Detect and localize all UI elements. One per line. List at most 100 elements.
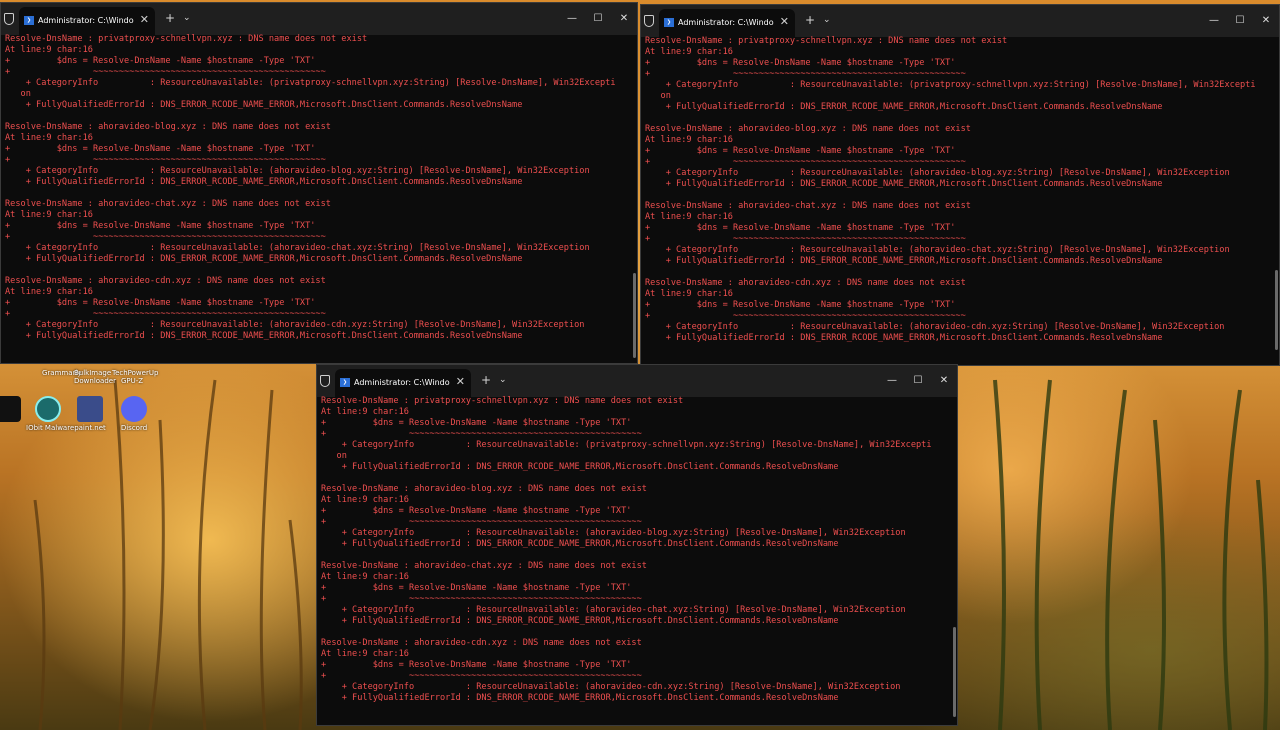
output-line: Resolve-DnsName : ahoravideo-chat.xyz : … — [645, 201, 971, 211]
output-line: At line:9 char:16 — [645, 47, 733, 57]
output-line: + ~~~~~~~~~~~~~~~~~~~~~~~~~~~~~~~~~~~~~~… — [5, 155, 326, 165]
maximize-button[interactable]: ☐ — [905, 365, 931, 397]
output-line: + CategoryInfo : ResourceUnavailable: (p… — [321, 440, 932, 450]
title-bar[interactable]: ❯ Administrator: C:\Windows\Sy ✕ + ⌄ — ☐… — [317, 365, 957, 397]
scrollbar-thumb[interactable] — [1275, 270, 1278, 350]
output-line: + ~~~~~~~~~~~~~~~~~~~~~~~~~~~~~~~~~~~~~~… — [321, 429, 642, 439]
maximize-button[interactable]: ☐ — [585, 3, 611, 35]
output-line: Resolve-DnsName : privatproxy-schnellvpn… — [321, 396, 684, 406]
iobit-shield-icon — [35, 396, 61, 422]
output-line: on — [645, 91, 671, 101]
terminal-window[interactable]: ❯ Administrator: C:\Windows\Sy ✕ + ⌄ — ☐… — [640, 4, 1280, 366]
new-tab-button[interactable]: + — [165, 11, 175, 25]
terminal-output[interactable]: Resolve-DnsName : privatproxy-schnellvpn… — [645, 36, 1275, 365]
output-line: + CategoryInfo : ResourceUnavailable: (p… — [645, 80, 1256, 90]
output-line: + CategoryInfo : ResourceUnavailable: (a… — [645, 245, 1230, 255]
maximize-button[interactable]: ☐ — [1227, 5, 1253, 37]
terminal-tab[interactable]: ❯ Administrator: C:\Windows\Sy ✕ — [19, 7, 155, 35]
close-window-button[interactable]: ✕ — [1253, 5, 1279, 37]
close-window-button[interactable]: ✕ — [931, 365, 957, 397]
output-line: Resolve-DnsName : ahoravideo-blog.xyz : … — [5, 122, 331, 132]
output-line: + FullyQualifiedErrorId : DNS_ERROR_RCOD… — [5, 100, 523, 110]
output-line: + ~~~~~~~~~~~~~~~~~~~~~~~~~~~~~~~~~~~~~~… — [5, 232, 326, 242]
chevron-down-icon[interactable]: ⌄ — [183, 11, 191, 25]
desktop-icon-label: paint.net — [74, 424, 106, 432]
paintnet-icon — [77, 396, 103, 422]
output-line: + $dns = Resolve-DnsName -Name $hostname… — [321, 660, 632, 670]
close-tab-icon[interactable]: ✕ — [780, 16, 789, 28]
title-bar[interactable]: ❯ Administrator: C:\Windows\Sy ✕ + ⌄ — ☐… — [1, 3, 637, 35]
minimize-button[interactable]: — — [1201, 5, 1227, 37]
output-line: + CategoryInfo : ResourceUnavailable: (a… — [645, 322, 1225, 332]
output-line: At line:9 char:16 — [5, 210, 93, 220]
terminal-output[interactable]: Resolve-DnsName : privatproxy-schnellvpn… — [321, 396, 953, 725]
close-window-button[interactable]: ✕ — [611, 3, 637, 35]
terminal-window[interactable]: ❯ Administrator: C:\Windows\Sy ✕ + ⌄ — ☐… — [316, 364, 958, 726]
powershell-icon: ❯ — [24, 16, 34, 25]
output-line: + FullyQualifiedErrorId : DNS_ERROR_RCOD… — [645, 256, 1163, 266]
output-line: + FullyQualifiedErrorId : DNS_ERROR_RCOD… — [645, 102, 1163, 112]
chevron-down-icon[interactable]: ⌄ — [499, 373, 507, 387]
output-line: Resolve-DnsName : ahoravideo-cdn.xyz : D… — [321, 638, 642, 648]
title-bar[interactable]: ❯ Administrator: C:\Windows\Sy ✕ + ⌄ — ☐… — [641, 5, 1279, 37]
powershell-icon: ❯ — [340, 378, 350, 387]
scrollbar-thumb[interactable] — [953, 627, 956, 717]
terminal-output[interactable]: Resolve-DnsName : privatproxy-schnellvpn… — [5, 34, 633, 363]
output-line: + $dns = Resolve-DnsName -Name $hostname… — [321, 506, 632, 516]
output-line: + CategoryInfo : ResourceUnavailable: (a… — [645, 168, 1230, 178]
output-line: on — [321, 451, 347, 461]
new-tab-button[interactable]: + — [481, 373, 491, 387]
output-line: + FullyQualifiedErrorId : DNS_ERROR_RCOD… — [645, 179, 1163, 189]
output-line: + CategoryInfo : ResourceUnavailable: (a… — [5, 243, 590, 253]
output-line: + FullyQualifiedErrorId : DNS_ERROR_RCOD… — [321, 616, 839, 626]
terminal-tab[interactable]: ❯ Administrator: C:\Windows\Sy ✕ — [659, 9, 795, 37]
output-line: + FullyQualifiedErrorId : DNS_ERROR_RCOD… — [5, 331, 523, 341]
new-tab-button[interactable]: + — [805, 13, 815, 27]
output-line: + ~~~~~~~~~~~~~~~~~~~~~~~~~~~~~~~~~~~~~~… — [321, 671, 642, 681]
desktop-icon-discord[interactable]: Discord — [112, 396, 156, 432]
output-line: + CategoryInfo : ResourceUnavailable: (p… — [5, 78, 616, 88]
close-tab-icon[interactable]: ✕ — [456, 376, 465, 388]
desktop-icon-paintnet[interactable]: paint.net — [68, 396, 112, 432]
chevron-down-icon[interactable]: ⌄ — [823, 13, 831, 27]
terminal-tab[interactable]: ❯ Administrator: C:\Windows\Sy ✕ — [335, 369, 471, 397]
desktop-icon-iobit[interactable]: IObit Malware — [26, 396, 75, 432]
output-line: + FullyQualifiedErrorId : DNS_ERROR_RCOD… — [321, 462, 839, 472]
discord-icon — [121, 396, 147, 422]
output-line: At line:9 char:16 — [5, 287, 93, 297]
output-line: + CategoryInfo : ResourceUnavailable: (a… — [5, 166, 590, 176]
output-line: + $dns = Resolve-DnsName -Name $hostname… — [645, 146, 956, 156]
desktop-label-gpuz[interactable]: TechPowerUp GPU-Z — [112, 369, 158, 385]
output-line: Resolve-DnsName : ahoravideo-chat.xyz : … — [321, 561, 647, 571]
desktop-icon-label: IObit Malware — [26, 424, 75, 432]
output-line: + $dns = Resolve-DnsName -Name $hostname… — [645, 58, 956, 68]
output-line: + ~~~~~~~~~~~~~~~~~~~~~~~~~~~~~~~~~~~~~~… — [5, 67, 326, 77]
output-line: + $dns = Resolve-DnsName -Name $hostname… — [645, 300, 956, 310]
output-line: Resolve-DnsName : ahoravideo-cdn.xyz : D… — [5, 276, 326, 286]
output-line: + $dns = Resolve-DnsName -Name $hostname… — [5, 144, 316, 154]
minimize-button[interactable]: — — [559, 3, 585, 35]
output-line: + $dns = Resolve-DnsName -Name $hostname… — [645, 223, 956, 233]
output-line: + ~~~~~~~~~~~~~~~~~~~~~~~~~~~~~~~~~~~~~~… — [5, 309, 326, 319]
desktop-icon-label: Discord — [120, 424, 148, 432]
desktop-label-grammarly[interactable]: Grammarly — [42, 369, 81, 377]
scrollbar-thumb[interactable] — [633, 273, 636, 358]
minimize-button[interactable]: — — [879, 365, 905, 397]
output-line: + $dns = Resolve-DnsName -Name $hostname… — [321, 583, 632, 593]
powershell-icon: ❯ — [664, 18, 674, 27]
output-line: At line:9 char:16 — [645, 135, 733, 145]
output-line: Resolve-DnsName : privatproxy-schnellvpn… — [5, 34, 368, 44]
output-line: + ~~~~~~~~~~~~~~~~~~~~~~~~~~~~~~~~~~~~~~… — [645, 311, 966, 321]
terminal-window[interactable]: ❯ Administrator: C:\Windows\Sy ✕ + ⌄ — ☐… — [0, 2, 638, 364]
close-tab-icon[interactable]: ✕ — [140, 14, 149, 26]
output-line: At line:9 char:16 — [645, 212, 733, 222]
desktop-label-bulkimage[interactable]: BulkImage Downloader — [74, 369, 116, 385]
output-line: + FullyQualifiedErrorId : DNS_ERROR_RCOD… — [321, 693, 839, 703]
